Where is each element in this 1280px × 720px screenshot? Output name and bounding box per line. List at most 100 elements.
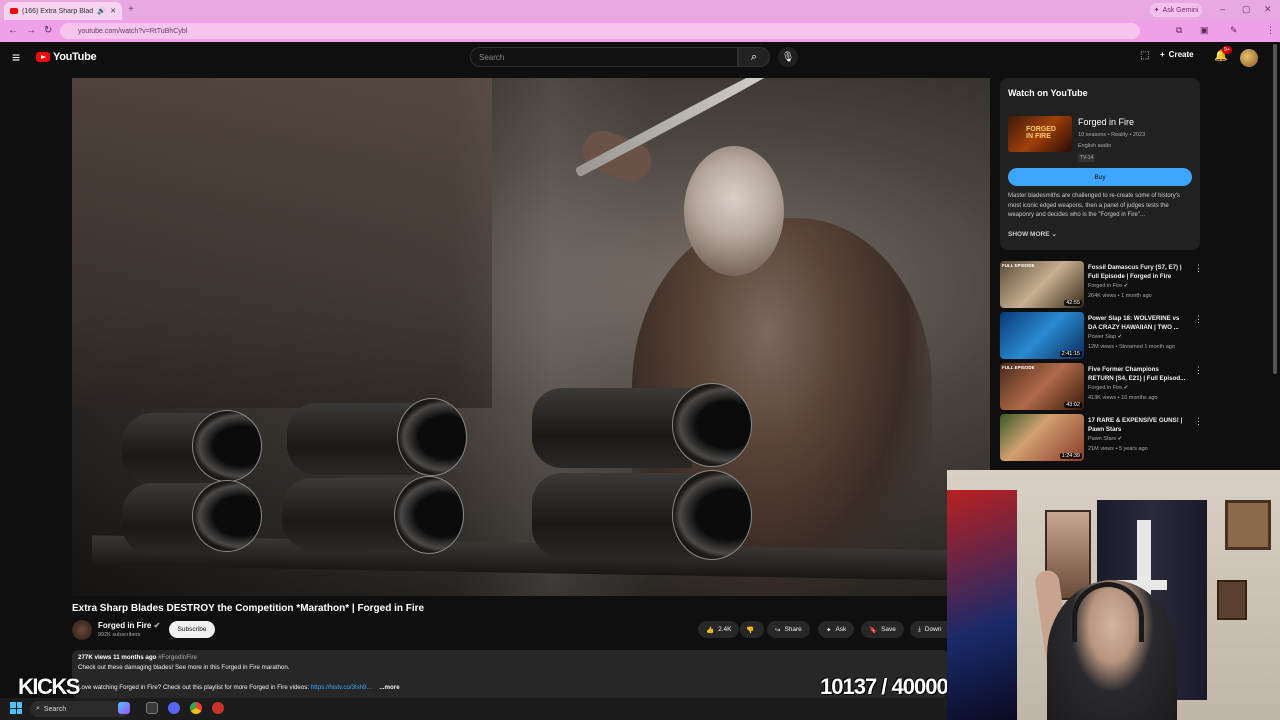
- recommendation-channel[interactable]: Power Slap ✔: [1088, 334, 1122, 340]
- reload-icon[interactable]: ↻: [44, 25, 52, 36]
- create-label: Create: [1168, 50, 1194, 59]
- thumbs-up-icon: 👍: [706, 626, 715, 634]
- duration-badge: 1:24:39: [1059, 453, 1082, 459]
- video-thumbnail[interactable]: FULL EPISODE 42:55: [1000, 261, 1084, 308]
- subscribe-button[interactable]: Subscribe: [169, 621, 215, 638]
- obs-icon[interactable]: [212, 702, 224, 714]
- thumbs-down-icon: 👎: [746, 626, 755, 634]
- task-view-icon[interactable]: [146, 702, 158, 714]
- taskbar-search[interactable]: ⌕ Search: [30, 701, 130, 717]
- recommendation-channel[interactable]: Pawn Stars ✔: [1088, 436, 1122, 442]
- recommendation-meta: 12M views • Streamed 1 month ago: [1088, 344, 1175, 350]
- more-actions-icon[interactable]: ⋮: [1194, 365, 1203, 376]
- close-window-icon[interactable]: ✕: [1264, 4, 1272, 15]
- chevron-down-icon: ⌄: [1051, 231, 1057, 238]
- subscriber-count: 992K subscribers: [98, 632, 141, 638]
- description-more-button[interactable]: ...more: [379, 684, 399, 691]
- show-more-button[interactable]: SHOW MORE ⌄: [1008, 230, 1057, 238]
- description-box[interactable]: 277K views 11 months ago #ForgedInFire C…: [72, 650, 948, 698]
- video-thumbnail[interactable]: 2:41:15: [1000, 312, 1084, 359]
- channel-avatar[interactable]: [72, 620, 92, 640]
- recommendation-item[interactable]: FULL EPISODE 43:02 Five Former Champions…: [1000, 363, 1204, 411]
- panel-heading: Watch on YouTube: [1008, 88, 1088, 98]
- recommendation-title[interactable]: Fossil Damascus Fury (S7, E7) | Full Epi…: [1088, 263, 1186, 281]
- recommendation-item[interactable]: 2:41:15 Power Slap 18: WOLVERINE vs DA C…: [1000, 312, 1204, 360]
- more-actions-icon[interactable]: ⋮: [1194, 416, 1203, 427]
- save-label: Save: [881, 626, 896, 633]
- create-button[interactable]: + Create: [1160, 50, 1194, 59]
- show-title[interactable]: Forged in Fire: [1078, 117, 1134, 127]
- download-button[interactable]: ⤓ Down: [910, 621, 947, 638]
- recommendation-meta: 21M views • 5 years ago: [1088, 446, 1148, 452]
- recommendation-title[interactable]: 17 RARE & EXPENSIVE GUNS! | Pawn Stars: [1088, 416, 1186, 434]
- ask-gemini-button[interactable]: ✦ Ask Gemini: [1150, 3, 1202, 17]
- search-button[interactable]: ⌕: [738, 47, 770, 67]
- video-scene-head: [684, 146, 784, 276]
- voice-search-icon[interactable]: 🎙: [778, 47, 798, 67]
- hamburger-menu-icon[interactable]: ≡: [12, 50, 24, 64]
- pipe: [282, 478, 412, 550]
- thumbnail-badge: FULL EPISODE: [1002, 263, 1035, 268]
- discord-icon[interactable]: [168, 702, 180, 714]
- ask-button[interactable]: ✦ Ask: [818, 621, 855, 638]
- address-bar[interactable]: youtube.com/watch?v=RtTuBhCybl: [60, 23, 1140, 39]
- video-thumbnail[interactable]: 1:24:39: [1000, 414, 1084, 461]
- recommendation-item[interactable]: FULL EPISODE 42:55 Fossil Damascus Fury …: [1000, 261, 1204, 309]
- close-tab-icon[interactable]: ✕: [110, 7, 116, 15]
- webcam-overlay: [947, 470, 1280, 720]
- share-button[interactable]: ↪ Share: [767, 621, 810, 638]
- show-thumbnail[interactable]: FORGED IN FIRE: [1008, 116, 1072, 152]
- minimize-icon[interactable]: –: [1220, 4, 1225, 14]
- show-more-label: SHOW MORE: [1008, 231, 1050, 238]
- page-scrollbar[interactable]: [1273, 44, 1277, 374]
- forward-icon[interactable]: →: [26, 25, 36, 36]
- sidepanel-icon[interactable]: ▣: [1200, 25, 1209, 36]
- notification-count-badge: 9+: [1222, 46, 1232, 54]
- buy-button[interactable]: Buy: [1008, 168, 1192, 186]
- recommendation-item[interactable]: 1:24:39 17 RARE & EXPENSIVE GUNS! | Pawn…: [1000, 414, 1204, 462]
- like-button[interactable]: 👍 2.4K: [698, 621, 740, 638]
- youtube-logo[interactable]: YouTube: [36, 51, 97, 63]
- browser-tab[interactable]: (166) Extra Sharp Blades DE... 🔊 ✕: [4, 2, 122, 20]
- more-actions-icon[interactable]: ⋮: [1194, 314, 1203, 325]
- recommendation-meta: 264K views • 1 month ago: [1088, 293, 1152, 299]
- speaker-icon[interactable]: 🔊: [97, 7, 106, 15]
- channel-name-link[interactable]: Forged in Fire ✔: [98, 621, 160, 630]
- description-link[interactable]: https://histv.co/3lsh9...: [311, 684, 372, 691]
- download-label: Down: [924, 626, 942, 633]
- bookmark-icon[interactable]: ✎: [1230, 25, 1238, 36]
- search-input[interactable]: Search: [470, 47, 738, 67]
- windows-start-icon[interactable]: [10, 702, 22, 714]
- hashtag-link[interactable]: #ForgedInFire: [158, 654, 197, 661]
- copilot-icon[interactable]: [118, 702, 130, 714]
- video-player[interactable]: [72, 78, 990, 596]
- channel-name: Forged in Fire: [1088, 283, 1123, 289]
- account-avatar[interactable]: [1240, 49, 1258, 67]
- extensions-icon[interactable]: ⧉: [1176, 25, 1182, 36]
- search-icon: ⌕: [36, 705, 40, 712]
- more-actions-icon[interactable]: ⋮: [1194, 263, 1203, 274]
- recommendation-channel[interactable]: Forged in Fire ✔: [1088, 283, 1128, 289]
- logo-text: YouTube: [53, 51, 97, 63]
- menu-kebab-icon[interactable]: ⋮: [1266, 25, 1275, 36]
- share-label: Share: [784, 626, 802, 633]
- description-line: Check out these damaging blades! See mor…: [78, 664, 290, 671]
- recommendation-channel[interactable]: Forged in Fire ✔: [1088, 385, 1128, 391]
- save-button[interactable]: 🔖 Save: [861, 621, 904, 638]
- chrome-icon[interactable]: [190, 702, 202, 714]
- maximize-icon[interactable]: ▢: [1242, 4, 1251, 15]
- gemini-icon: ✦: [1153, 7, 1160, 14]
- dislike-button[interactable]: 👎: [740, 621, 764, 638]
- plus-icon: +: [1160, 50, 1165, 59]
- ask-gemini-label: Ask Gemini: [1162, 6, 1199, 14]
- cast-icon[interactable]: ⬚: [1140, 50, 1149, 61]
- sparkle-icon: ✦: [826, 626, 832, 634]
- recommendation-title[interactable]: Five Former Champions RETURN (S4, E21) |…: [1088, 365, 1186, 383]
- video-thumbnail[interactable]: FULL EPISODE 43:02: [1000, 363, 1084, 410]
- back-icon[interactable]: ←: [8, 25, 18, 36]
- description-meta: 277K views 11 months ago #ForgedInFire: [78, 654, 197, 661]
- recommendation-title[interactable]: Power Slap 18: WOLVERINE vs DA CRAZY HAW…: [1088, 314, 1186, 332]
- new-tab-button[interactable]: +: [128, 4, 134, 15]
- pipe: [532, 388, 692, 468]
- download-icon: ⤓: [918, 625, 921, 633]
